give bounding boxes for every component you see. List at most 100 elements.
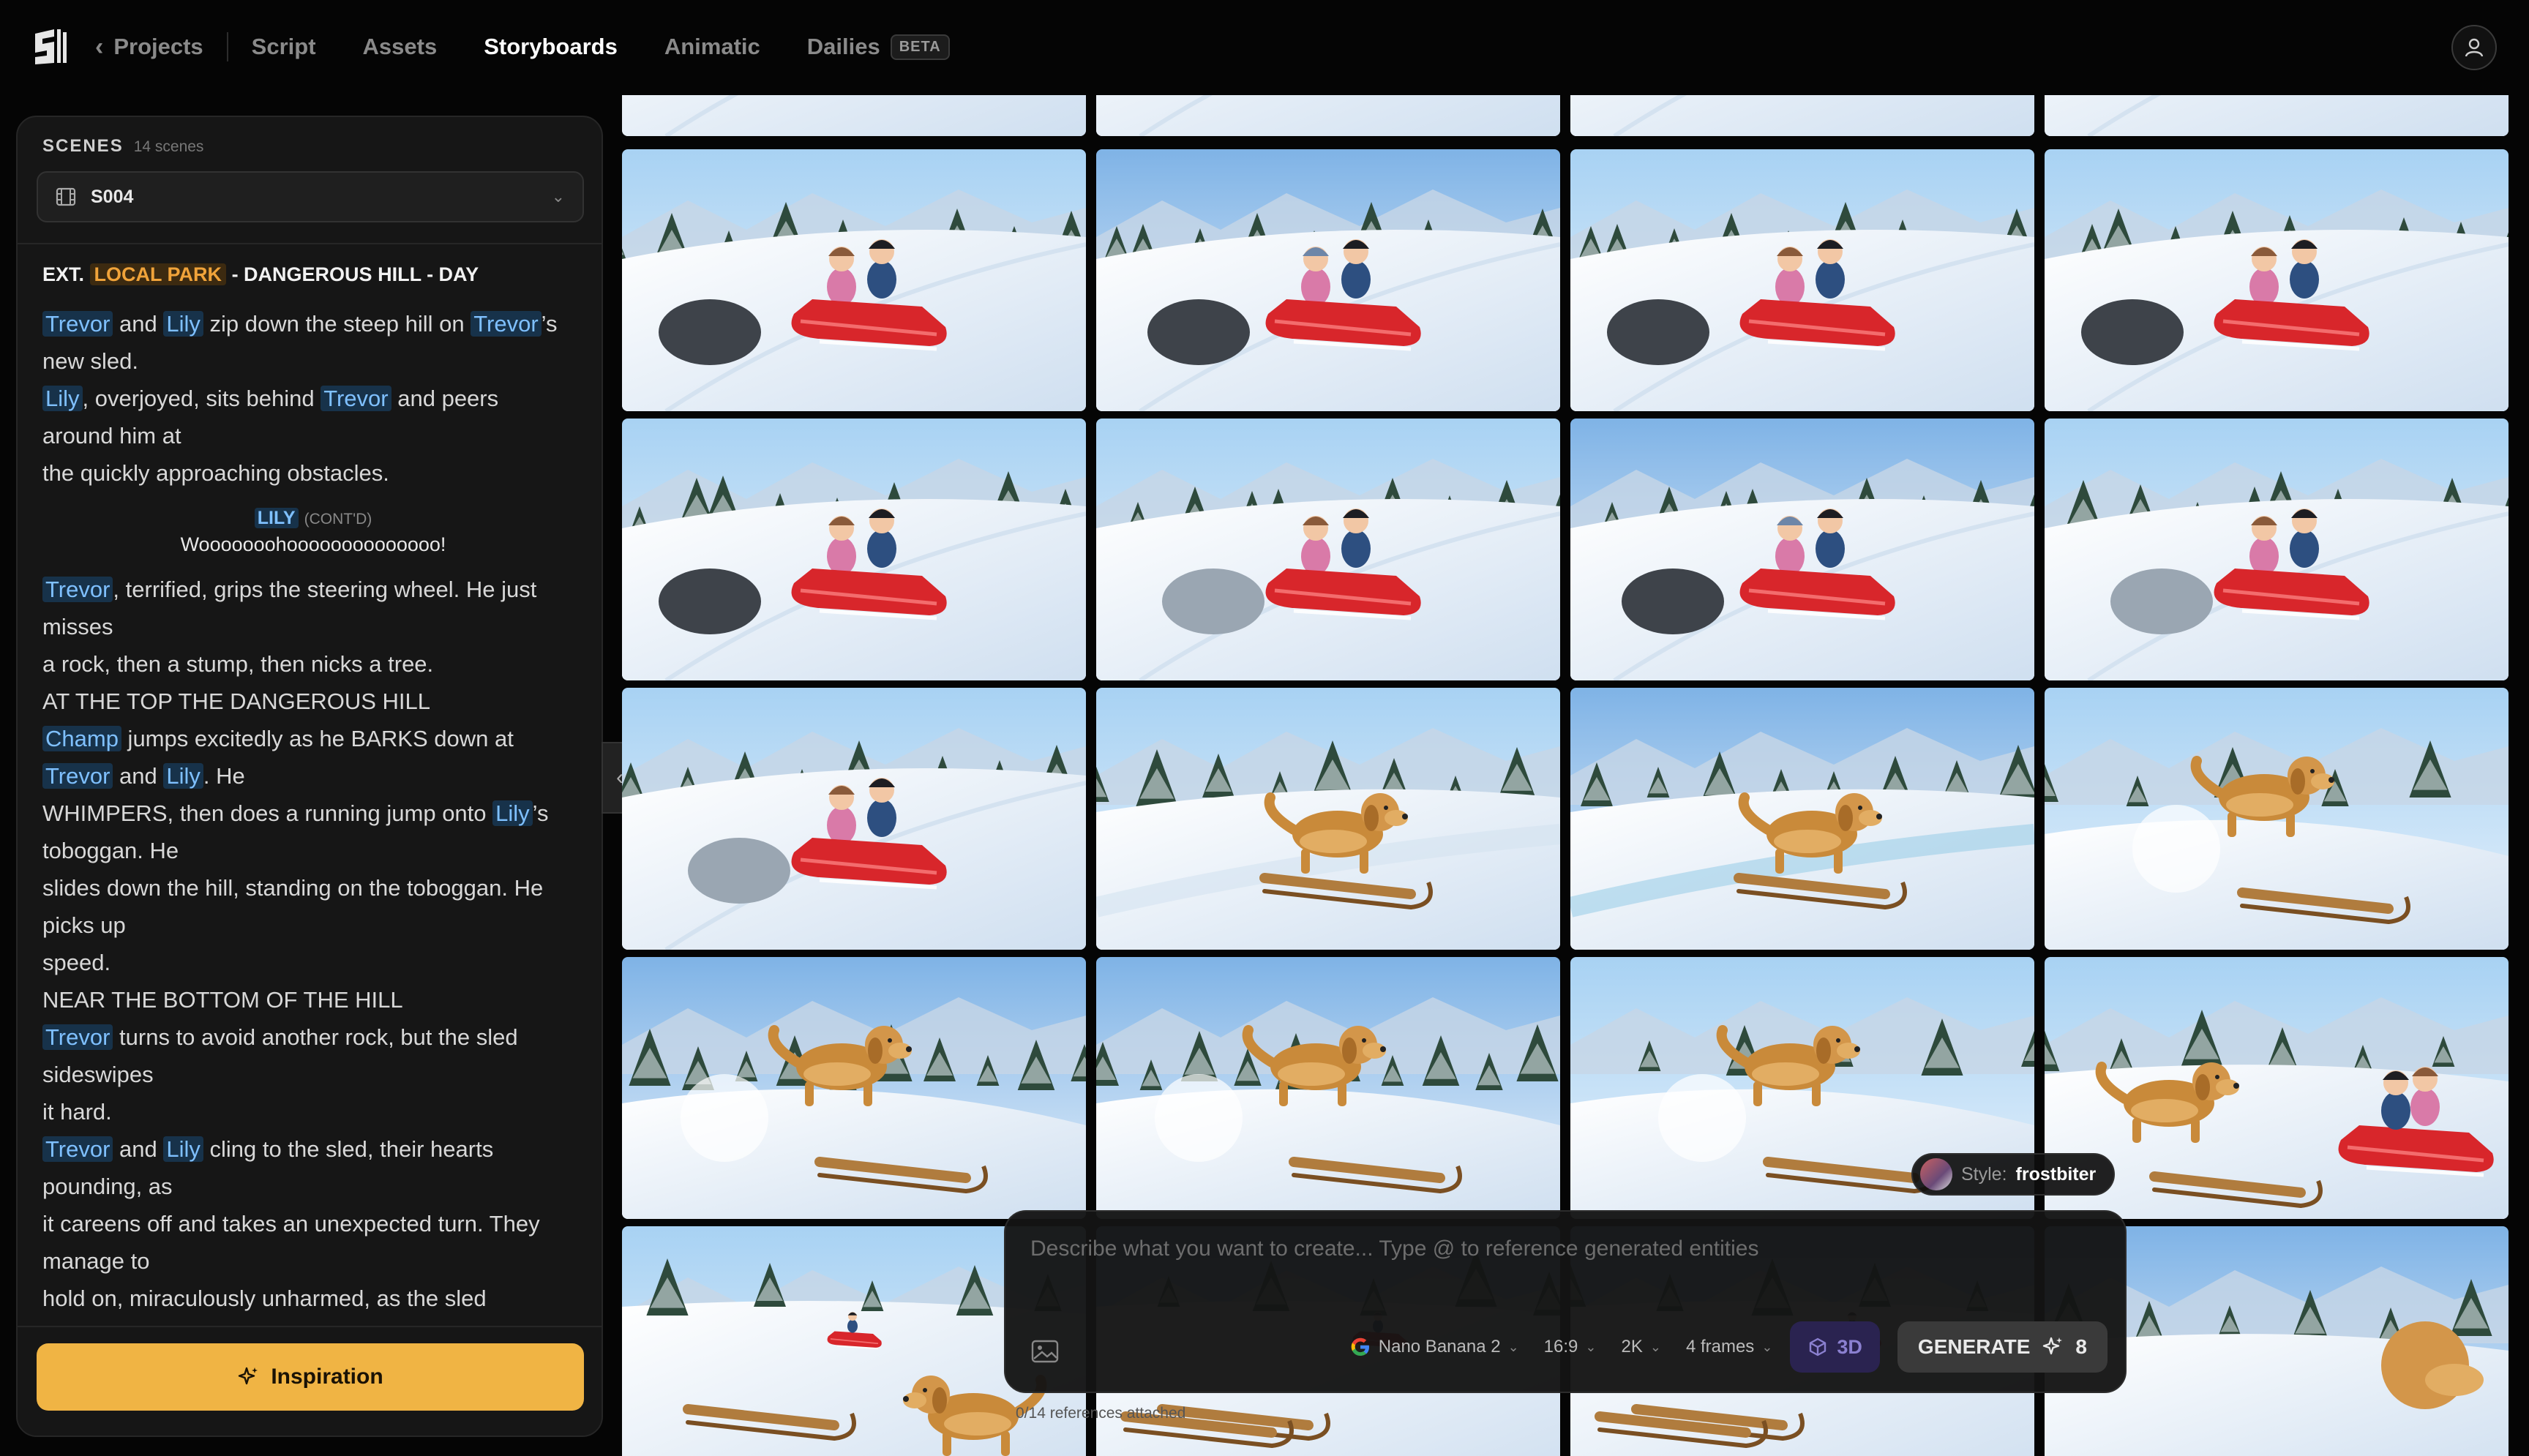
storyboard-frame-cropped[interactable] bbox=[1096, 95, 1560, 136]
character-tag[interactable]: Lily bbox=[163, 763, 203, 789]
storyboard-frame[interactable] bbox=[1570, 688, 2034, 950]
back-to-projects-link[interactable]: ‹ Projects bbox=[95, 33, 203, 61]
storyboard-frame[interactable] bbox=[2045, 688, 2509, 950]
character-tag[interactable]: Trevor bbox=[42, 1136, 113, 1162]
generate-label: GENERATE bbox=[1917, 1335, 2031, 1358]
storyboard-frame[interactable] bbox=[1570, 419, 2034, 680]
script-line: Trevor and Lily. He bbox=[42, 757, 584, 795]
inspiration-button[interactable]: Inspiration bbox=[37, 1343, 584, 1411]
character-tag[interactable]: LILY bbox=[254, 508, 299, 528]
style-chip[interactable]: Style: frostbiter bbox=[1911, 1153, 2116, 1196]
script-line: toboggan. He bbox=[42, 832, 584, 869]
script-line: Champ jumps excitedly as he BARKS down a… bbox=[42, 720, 584, 757]
user-icon bbox=[2465, 38, 2484, 57]
tab-dailies[interactable]: Dailies BETA bbox=[807, 34, 950, 60]
script-text: speed. bbox=[42, 950, 111, 975]
character-tag[interactable]: Lily bbox=[163, 1136, 203, 1162]
action-block: Trevor, terrified, grips the steering wh… bbox=[42, 571, 584, 1317]
tab-script[interactable]: Script bbox=[252, 34, 316, 60]
script-text: manage to bbox=[42, 1248, 150, 1274]
scene-selector-dropdown[interactable]: S004 ⌄ bbox=[37, 171, 584, 222]
app-logo-icon[interactable] bbox=[32, 28, 69, 66]
character-tag[interactable]: Trevor bbox=[471, 311, 542, 337]
style-value: frostbiter bbox=[2015, 1163, 2097, 1185]
storyboard-frame[interactable] bbox=[2045, 419, 2509, 680]
action-block: Trevor and Lily zip down the steep hill … bbox=[42, 305, 584, 492]
character-tag[interactable]: Trevor bbox=[42, 763, 113, 789]
script-text: and bbox=[113, 763, 164, 789]
generate-button[interactable]: GENERATE 8 bbox=[1897, 1321, 2108, 1373]
script-text: it careens off and takes an unexpected t… bbox=[42, 1211, 540, 1237]
script-text: misses bbox=[42, 614, 113, 639]
tab-storyboards[interactable]: Storyboards bbox=[484, 34, 618, 60]
resolution-select[interactable]: 2K ⌄ bbox=[1621, 1337, 1660, 1357]
script-text: AT THE TOP THE DANGEROUS HILL bbox=[42, 688, 431, 714]
script-line: Trevor turns to avoid another rock, but … bbox=[42, 1018, 584, 1056]
script-text: toboggan. He bbox=[42, 838, 179, 863]
scene-heading: EXT. LOCAL PARK - DANGEROUS HILL - DAY bbox=[42, 263, 584, 286]
storyboard-frame-cropped[interactable] bbox=[2045, 95, 2509, 136]
tab-assets[interactable]: Assets bbox=[363, 34, 438, 60]
main-nav: ‹ Projects Script Assets Storyboards Ani… bbox=[95, 28, 997, 66]
storyboard-frame[interactable] bbox=[2045, 957, 2509, 1219]
tab-animatic[interactable]: Animatic bbox=[664, 34, 760, 60]
character-tag[interactable]: Lily bbox=[492, 800, 533, 826]
user-account-button[interactable] bbox=[2451, 25, 2497, 70]
composer-controls: Nano Banana 2 ⌄ 16:9 ⌄ 2K ⌄ 4 frames ⌄ 3… bbox=[1349, 1321, 2108, 1373]
beta-badge: BETA bbox=[890, 34, 950, 60]
script-line: it hard. bbox=[42, 1093, 584, 1130]
storyboard-frame[interactable] bbox=[1096, 957, 1560, 1219]
aspect-value: 16:9 bbox=[1543, 1337, 1578, 1356]
character-tag[interactable]: Trevor bbox=[42, 311, 113, 337]
script-line: the quickly approaching obstacles. bbox=[42, 454, 584, 492]
character-tag[interactable]: Lily bbox=[163, 311, 203, 337]
character-tag[interactable]: Trevor bbox=[42, 577, 113, 602]
location-tag[interactable]: LOCAL PARK bbox=[89, 263, 227, 285]
storyboard-frame[interactable] bbox=[1096, 419, 1560, 680]
scenes-title: SCENES bbox=[42, 136, 124, 156]
storyboard-frame[interactable] bbox=[1570, 149, 2034, 411]
style-key: Style: bbox=[1961, 1163, 2007, 1185]
script-line: NEAR THE BOTTOM OF THE HILL bbox=[42, 981, 584, 1018]
script-line: a rock, then a stump, then nicks a tree. bbox=[42, 645, 584, 683]
model-select[interactable]: Nano Banana 2 ⌄ bbox=[1349, 1336, 1519, 1358]
script-line: manage to bbox=[42, 1242, 584, 1280]
storyboard-frame[interactable] bbox=[622, 419, 1086, 680]
script-line: pounding, as bbox=[42, 1168, 584, 1205]
storyboard-frame-cropped[interactable] bbox=[1570, 95, 2034, 136]
script-line: Trevor and Lily cling to the sled, their… bbox=[42, 1130, 584, 1168]
film-icon bbox=[56, 187, 76, 206]
storyboard-frame[interactable] bbox=[2045, 149, 2509, 411]
3d-mode-button[interactable]: 3D bbox=[1790, 1321, 1880, 1373]
script-text: the quickly approaching obstacles. bbox=[42, 460, 389, 486]
scene-script-text[interactable]: EXT. LOCAL PARK - DANGEROUS HILL - DAY T… bbox=[42, 260, 584, 1436]
script-line: it careens off and takes an unexpected t… bbox=[42, 1205, 584, 1242]
character-tag[interactable]: Trevor bbox=[321, 386, 391, 411]
storyboard-frame[interactable] bbox=[622, 149, 1086, 411]
storyboard-frame[interactable] bbox=[1096, 688, 1560, 950]
style-avatar bbox=[1920, 1158, 1952, 1190]
script-text: picks up bbox=[42, 912, 126, 938]
prompt-input[interactable]: Describe what you want to create... Type… bbox=[1030, 1237, 1758, 1261]
storyboard-frame[interactable] bbox=[622, 957, 1086, 1219]
scenes-count: 14 scenes bbox=[133, 138, 204, 155]
character-tag[interactable]: Lily bbox=[42, 386, 83, 411]
attach-image-icon[interactable] bbox=[1030, 1339, 1060, 1364]
storyboard-frame[interactable] bbox=[1096, 149, 1560, 411]
prompt-composer: Describe what you want to create... Type… bbox=[1004, 1210, 2127, 1393]
frames-select[interactable]: 4 frames ⌄ bbox=[1686, 1337, 1772, 1357]
storyboard-frame[interactable] bbox=[622, 688, 1086, 950]
chevron-down-icon: ⌄ bbox=[551, 187, 565, 206]
cube-icon bbox=[1810, 1337, 1826, 1356]
chevron-down-icon: ⌄ bbox=[1507, 1339, 1519, 1354]
dialogue: LILY (CONT'D) Wooooooohoooooooooooooo! bbox=[42, 508, 584, 556]
references-attached-text: 0/14 references attached bbox=[1016, 1405, 1186, 1422]
storyboard-frame-cropped[interactable] bbox=[622, 95, 1086, 136]
tab-dailies-label: Dailies bbox=[806, 34, 880, 59]
script-text: around him at bbox=[42, 423, 181, 449]
character-tag[interactable]: Champ bbox=[42, 726, 121, 751]
aspect-ratio-select[interactable]: 16:9 ⌄ bbox=[1544, 1337, 1597, 1357]
resolution-value: 2K bbox=[1621, 1337, 1643, 1356]
script-text: , overjoyed, sits behind bbox=[82, 386, 321, 411]
character-tag[interactable]: Trevor bbox=[42, 1024, 113, 1050]
